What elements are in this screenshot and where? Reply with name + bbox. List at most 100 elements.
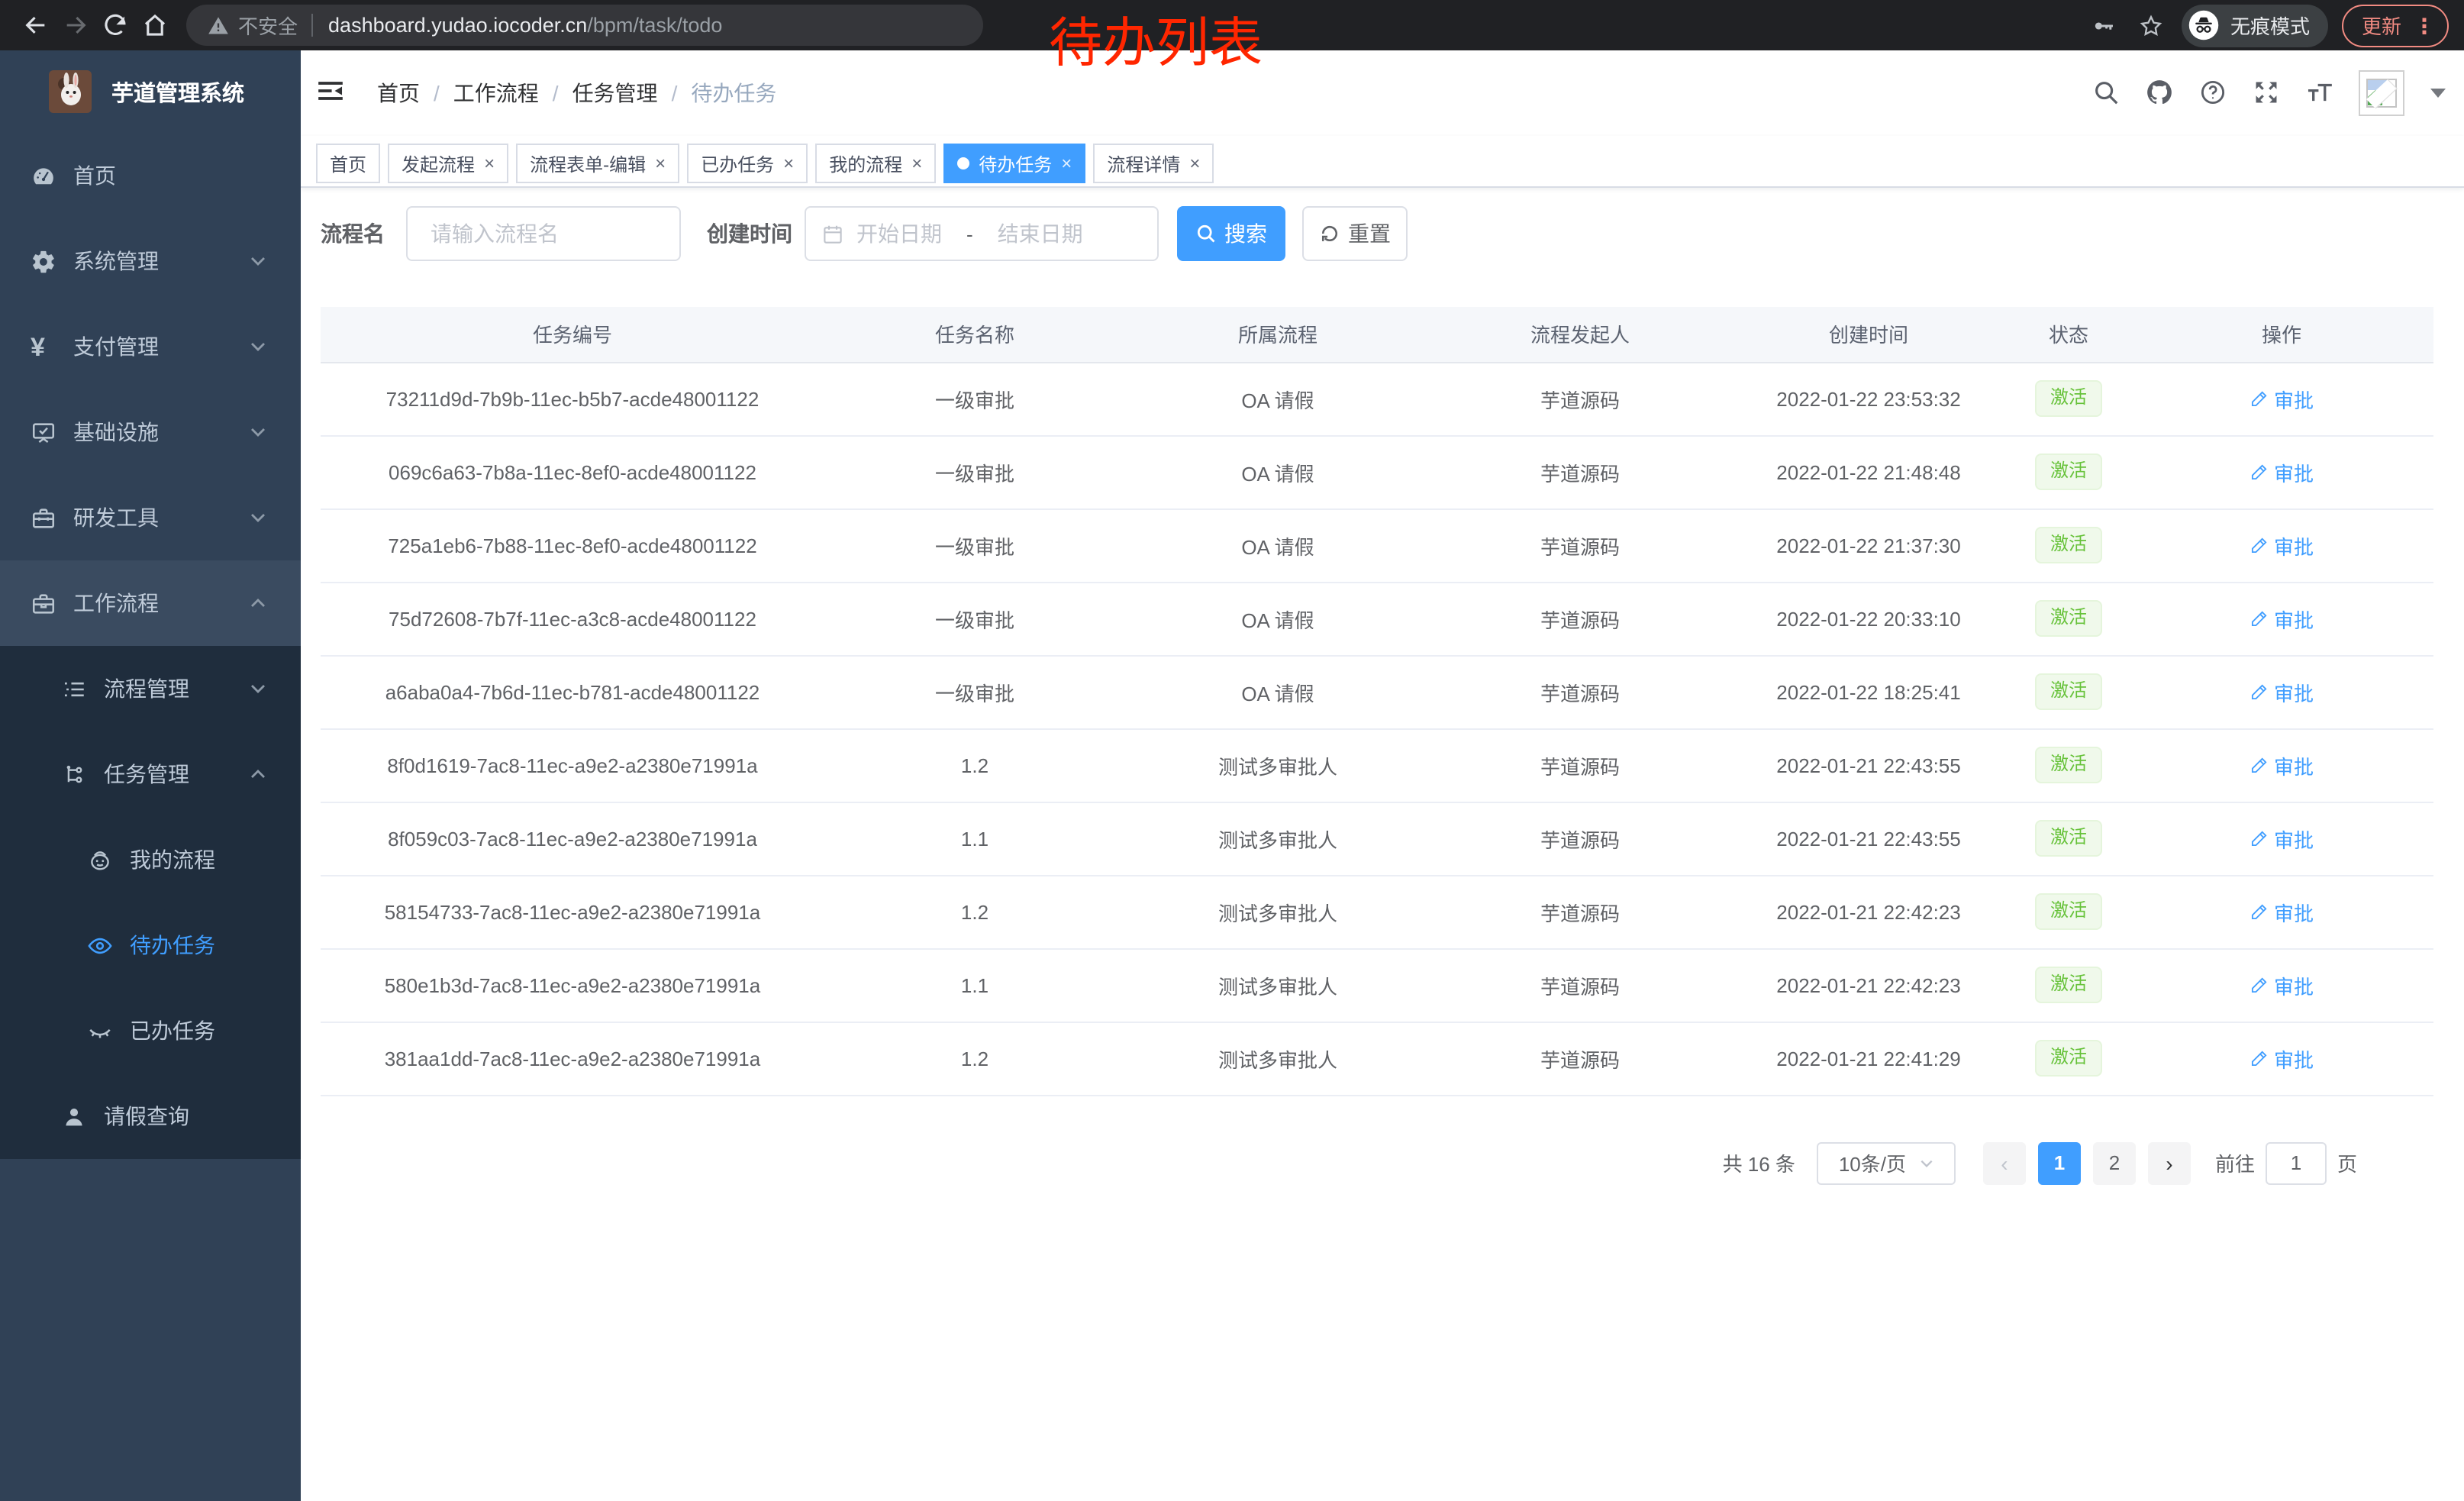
approve-link[interactable]: 审批	[2250, 384, 2314, 413]
user-avatar-broken-image[interactable]	[2359, 70, 2404, 116]
process-name-input[interactable]: 请输入流程名	[406, 206, 681, 261]
monitor-icon	[31, 419, 56, 445]
sidebar-menu-item[interactable]: 首页	[0, 133, 301, 218]
eye-icon	[87, 932, 113, 958]
breadcrumb-item[interactable]: 待办任务	[691, 78, 776, 108]
chrome-update-button[interactable]: 更新 ⋮	[2342, 4, 2449, 47]
action-cell: 审批	[2130, 1022, 2433, 1095]
sidebar-menu-item[interactable]: ¥ 支付管理	[0, 304, 301, 389]
breadcrumb-separator: /	[553, 81, 559, 105]
breadcrumb-item[interactable]: 首页	[377, 78, 420, 108]
status-cell: 激活	[2008, 802, 2130, 875]
view-tab[interactable]: 流程详情 ×	[1093, 144, 1214, 183]
sidebar-fold-icon[interactable]	[316, 76, 350, 110]
action-cell: 审批	[2130, 948, 2433, 1022]
approve-link[interactable]: 审批	[2250, 897, 2314, 926]
password-key-icon[interactable]	[2087, 8, 2121, 42]
table-header-row: 任务编号 任务名称 所属流程 流程发起人 创建时间 状态 操作	[321, 307, 2433, 362]
status-badge: 激活	[2035, 380, 2102, 416]
back-icon[interactable]	[15, 5, 55, 45]
sidebar-menu-item[interactable]: 研发工具	[0, 475, 301, 560]
page-number-button[interactable]: 2	[2093, 1141, 2136, 1184]
forward-icon[interactable]	[55, 5, 95, 45]
approve-link[interactable]: 审批	[2250, 1044, 2314, 1073]
app-logo-row[interactable]: 芋道管理系统	[0, 50, 301, 133]
process-cell: 测试多审批人	[1125, 802, 1430, 875]
tab-close-icon[interactable]: ×	[911, 154, 922, 173]
task-id-cell: 58154733-7ac8-11ec-a9e2-a2380e71991a	[321, 875, 824, 948]
font-size-icon[interactable]	[2305, 78, 2336, 108]
search-button[interactable]: 搜索	[1177, 206, 1285, 261]
status-cell: 激活	[2008, 362, 2130, 435]
github-icon[interactable]	[2145, 78, 2175, 108]
task-name-cell: 1.2	[824, 875, 1125, 948]
view-tab[interactable]: 流程表单-编辑 ×	[516, 144, 679, 183]
sidebar-menu-item[interactable]: 我的流程	[0, 817, 301, 902]
approve-link[interactable]: 审批	[2250, 677, 2314, 706]
task-id-cell: 8f059c03-7ac8-11ec-a9e2-a2380e71991a	[321, 802, 824, 875]
page-number-button[interactable]: 1	[2038, 1141, 2081, 1184]
view-tab[interactable]: 已办任务 ×	[687, 144, 808, 183]
approve-link[interactable]: 审批	[2250, 531, 2314, 560]
tab-close-icon[interactable]: ×	[655, 154, 666, 173]
goto-page-input[interactable]: 1	[2266, 1141, 2327, 1184]
url-text[interactable]: dashboard.yudao.iocoder.cn/bpm/task/todo	[328, 14, 722, 37]
user-icon	[61, 1103, 87, 1129]
tab-close-icon[interactable]: ×	[1061, 154, 1072, 173]
sidebar-menu-item[interactable]: 已办任务	[0, 988, 301, 1073]
bookmark-star-icon[interactable]	[2134, 8, 2168, 42]
incognito-badge: 无痕模式	[2182, 4, 2328, 47]
starter-cell: 芋道源码	[1430, 802, 1730, 875]
not-secure-label[interactable]: 不安全	[238, 11, 298, 40]
next-page-button[interactable]: ›	[2148, 1141, 2191, 1184]
breadcrumb-item[interactable]: 任务管理	[572, 78, 658, 108]
sidebar-menu-item[interactable]: 待办任务	[0, 902, 301, 988]
navbar-actions	[2091, 70, 2446, 116]
tab-close-icon[interactable]: ×	[783, 154, 794, 173]
date-range-picker[interactable]: 开始日期 - 结束日期	[805, 206, 1159, 261]
view-tab[interactable]: 待办任务 ×	[943, 144, 1085, 183]
view-tab[interactable]: 我的流程 ×	[815, 144, 936, 183]
approve-link[interactable]: 审批	[2250, 970, 2314, 999]
not-secure-warning-icon[interactable]	[208, 15, 229, 36]
approve-link[interactable]: 审批	[2250, 604, 2314, 633]
sidebar-menu-item[interactable]: 系统管理	[0, 218, 301, 304]
task-id-cell: a6aba0a4-7b6d-11ec-b781-acde48001122	[321, 655, 824, 728]
table-column-header: 任务编号	[321, 307, 824, 362]
avatar-dropdown-caret-icon[interactable]	[2430, 89, 2446, 98]
tab-close-icon[interactable]: ×	[1189, 154, 1200, 173]
create-time-cell: 2022-01-22 23:53:32	[1730, 362, 2008, 435]
address-bar[interactable]: 不安全 dashboard.yudao.iocoder.cn/bpm/task/…	[186, 5, 983, 46]
page-size-select[interactable]: 10条/页	[1817, 1141, 1956, 1184]
process-cell: OA 请假	[1125, 582, 1430, 655]
approve-link[interactable]: 审批	[2250, 750, 2314, 780]
breadcrumb-item[interactable]: 工作流程	[453, 78, 539, 108]
action-cell: 审批	[2130, 802, 2433, 875]
starter-cell: 芋道源码	[1430, 875, 1730, 948]
status-cell: 激活	[2008, 435, 2130, 508]
approve-link[interactable]: 审批	[2250, 824, 2314, 853]
fullscreen-icon[interactable]	[2252, 78, 2282, 108]
chrome-menu-icon[interactable]: ⋮	[2414, 15, 2435, 36]
date-range-separator: -	[966, 222, 973, 245]
action-cell: 审批	[2130, 582, 2433, 655]
view-tab[interactable]: 首页	[316, 144, 380, 183]
help-question-icon[interactable]	[2198, 78, 2229, 108]
starter-cell: 芋道源码	[1430, 948, 1730, 1022]
sidebar-menu-item[interactable]: 基础设施	[0, 389, 301, 475]
task-name-cell: 1.1	[824, 948, 1125, 1022]
sidebar-menu-item[interactable]: 任务管理	[0, 731, 301, 817]
approve-link[interactable]: 审批	[2250, 457, 2314, 486]
sidebar-menu-item[interactable]: 流程管理	[0, 646, 301, 731]
home-icon[interactable]	[134, 5, 174, 45]
prev-page-button[interactable]: ‹	[1983, 1141, 2026, 1184]
table-row: 75d72608-7b7f-11ec-a3c8-acde48001122 一级审…	[321, 582, 2433, 655]
chevron-down-icon	[249, 508, 267, 527]
tab-close-icon[interactable]: ×	[484, 154, 495, 173]
reset-button[interactable]: 重置	[1302, 206, 1408, 261]
search-icon[interactable]	[2091, 78, 2122, 108]
reload-icon[interactable]	[95, 5, 134, 45]
sidebar-menu-item[interactable]: 请假查询	[0, 1073, 301, 1159]
sidebar-menu-item[interactable]: 工作流程	[0, 560, 301, 646]
view-tab[interactable]: 发起流程 ×	[388, 144, 508, 183]
